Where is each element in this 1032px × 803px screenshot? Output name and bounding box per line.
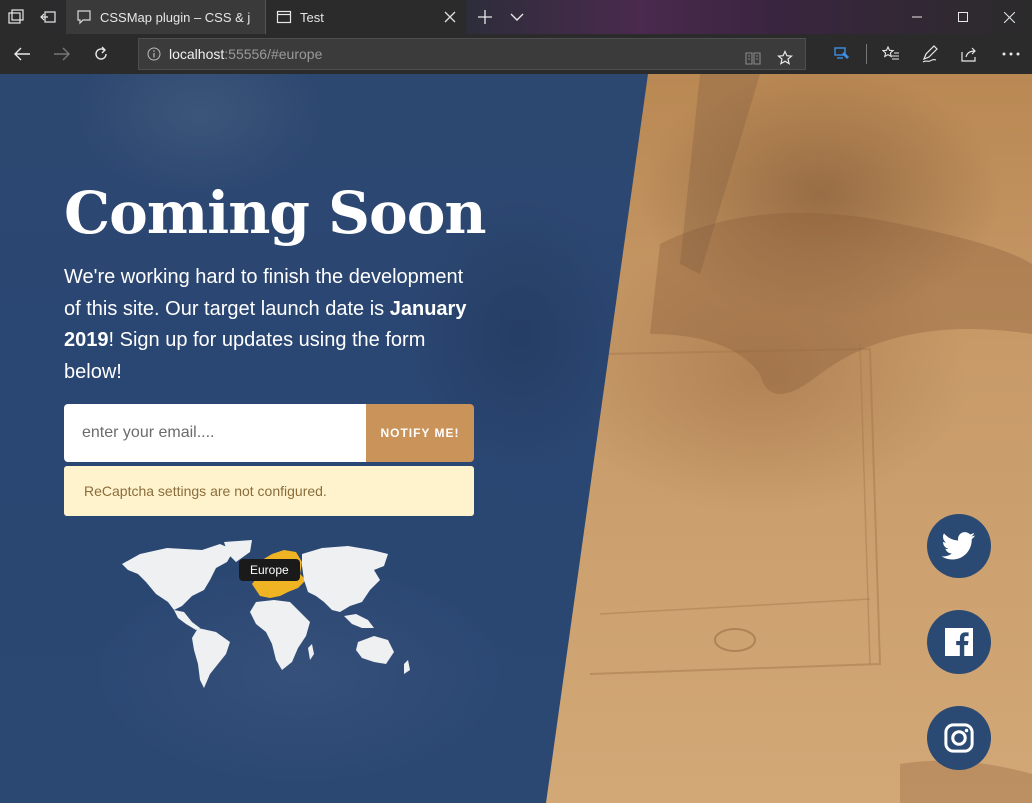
map-region-north-america[interactable] [122, 544, 234, 610]
map-region-africa[interactable] [250, 600, 310, 670]
page-icon [276, 9, 292, 25]
tab-cssmap[interactable]: CSSMap plugin – CSS & jQu [66, 0, 266, 34]
favorite-star-icon[interactable] [769, 43, 801, 73]
close-tab-icon[interactable] [442, 9, 458, 25]
tab-manager-icon[interactable] [0, 0, 32, 34]
tab-title: Test [300, 9, 324, 25]
tab-title: CSSMap plugin – CSS & jQu [100, 9, 250, 25]
reading-view-icon[interactable] [737, 43, 769, 73]
minimize-icon[interactable] [894, 0, 940, 34]
browser-titlebar: CSSMap plugin – CSS & jQu Test [0, 0, 1032, 34]
instagram-button[interactable] [927, 706, 991, 770]
description-text-2: ! Sign up for updates using the form bel… [64, 329, 426, 383]
twitter-icon [942, 532, 976, 560]
address-bar[interactable]: localhost:55556/#europe [138, 38, 806, 70]
url-host: localhost [169, 46, 225, 62]
extension-icon[interactable] [823, 34, 863, 74]
more-options-icon[interactable] [991, 34, 1031, 74]
map-region-asia[interactable] [302, 546, 388, 612]
maximize-icon[interactable] [940, 0, 986, 34]
info-icon[interactable] [139, 39, 169, 69]
back-icon[interactable] [2, 34, 42, 74]
new-tab-icon[interactable] [470, 0, 500, 34]
coming-soon-page: Coming Soon We're working hard to finish… [0, 74, 1032, 803]
facebook-icon [945, 628, 973, 656]
map-region-se-asia[interactable] [344, 614, 374, 628]
url-text[interactable]: localhost:55556/#europe [169, 46, 322, 62]
recaptcha-alert: ReCaptcha settings are not configured. [64, 466, 474, 516]
page-description: We're working hard to finish the develop… [64, 262, 484, 388]
notify-me-button[interactable]: NOTIFY ME! [366, 404, 474, 462]
close-window-icon[interactable] [986, 0, 1032, 34]
tab-test[interactable]: Test [266, 0, 466, 34]
facebook-button[interactable] [927, 610, 991, 674]
url-path: :55556/#europe [224, 46, 323, 62]
instagram-icon [944, 723, 974, 753]
map-region-oceania[interactable] [356, 636, 394, 664]
refresh-icon[interactable] [81, 34, 121, 74]
chevron-down-icon[interactable] [502, 0, 532, 34]
toolbar-divider [866, 44, 867, 64]
page-title: Coming Soon [64, 179, 487, 247]
map-region-south-america[interactable] [192, 628, 230, 688]
twitter-button[interactable] [927, 514, 991, 578]
map-tooltip: Europe [239, 559, 300, 581]
map-region-central-america[interactable] [174, 610, 200, 630]
pen-notes-icon[interactable] [910, 34, 950, 74]
forward-icon[interactable] [42, 34, 82, 74]
map-region-new-zealand[interactable] [404, 660, 410, 674]
browser-navbar: localhost:55556/#europe [0, 34, 1032, 74]
favorites-hub-icon[interactable] [871, 34, 911, 74]
comment-icon [76, 9, 92, 25]
email-input[interactable] [64, 404, 366, 462]
signup-form: NOTIFY ME! [64, 404, 474, 462]
map-region-madagascar[interactable] [308, 644, 314, 660]
share-icon[interactable] [950, 34, 990, 74]
set-aside-tabs-icon[interactable] [32, 0, 64, 34]
